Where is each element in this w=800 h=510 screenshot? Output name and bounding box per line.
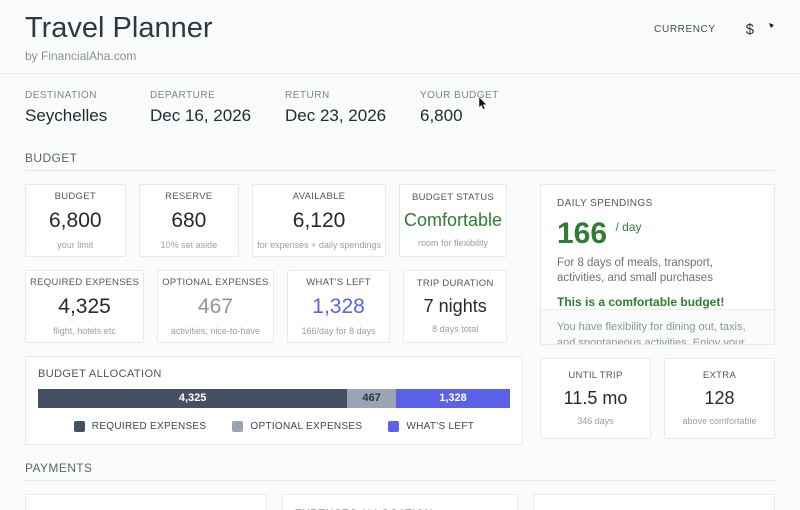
available-card: AVAILABLE 6,120 for expenses + daily spe…	[252, 184, 386, 257]
small-cursor-icon	[768, 17, 775, 35]
reserve-card: RESERVE 680 10% set aside	[139, 184, 240, 257]
stat-value: 6,800	[49, 209, 102, 233]
extra-label: EXTRA	[703, 370, 736, 381]
stat-note: room for flexibility	[418, 238, 488, 248]
stat-label: REQUIRED EXPENSES	[30, 277, 139, 288]
daily-spendings-description: For 8 days of meals, transport, activiti…	[557, 256, 758, 287]
stat-note: activities, nice-to-have	[171, 326, 260, 336]
extra-card: EXTRA 128 above comfortable	[664, 358, 775, 439]
main-content: DESTINATION Seychelles DEPARTURE Dec 16,…	[0, 74, 800, 510]
stat-cards-row-1: BUDGET 6,800 your limit RESERVE 680 10% …	[25, 184, 507, 257]
until-trip-label: UNTIL TRIP	[568, 370, 622, 381]
stat-note: flight, hotels etc	[53, 326, 116, 336]
daily-spendings-label: DAILY SPENDINGS	[557, 198, 758, 209]
budget-status-card: BUDGET STATUS Comfortable room for flexi…	[399, 184, 507, 257]
allocation-bar-segment: 4,325	[38, 389, 347, 408]
until-trip-value: 11.5 mo	[564, 388, 628, 409]
mouse-cursor-icon	[478, 97, 489, 115]
budget-right-column: DAILY SPENDINGS 166 / day For 8 days of …	[540, 184, 775, 445]
paid-card: PAID	[25, 494, 267, 510]
allocation-bar: 4,3254671,328	[38, 389, 510, 408]
stat-value: 6,120	[293, 209, 346, 233]
daily-spendings-value-row: 166 / day	[557, 217, 758, 251]
until-trip-note: 346 days	[577, 416, 614, 426]
stat-value: 1,328	[312, 295, 365, 319]
extra-note: above comfortable	[682, 416, 756, 426]
budget-allocation-title: BUDGET ALLOCATION	[38, 368, 510, 380]
stat-label: AVAILABLE	[293, 191, 346, 202]
stat-note: for expenses + daily spendings	[257, 240, 381, 250]
budget-section-header: BUDGET	[25, 151, 775, 171]
total-expenses-card: TOTAL EXPENSES 4,792	[533, 494, 775, 510]
legend-swatch	[74, 421, 85, 432]
budget-card: BUDGET 6,800 your limit	[25, 184, 126, 257]
budget-left-column: BUDGET 6,800 your limit RESERVE 680 10% …	[25, 184, 523, 445]
return-input[interactable]: Dec 23, 2026	[285, 106, 420, 126]
stat-value: 4,325	[58, 295, 111, 319]
stat-label: OPTIONAL EXPENSES	[162, 277, 269, 288]
stat-note: 10% set aside	[161, 240, 218, 250]
payments-section-header: PAYMENTS	[25, 461, 775, 481]
required-expenses-card: REQUIRED EXPENSES 4,325 flight, hotels e…	[25, 270, 144, 343]
stat-value: 7 nights	[424, 296, 487, 317]
budget-allocation-card: BUDGET ALLOCATION 4,3254671,328 REQUIRED…	[25, 356, 523, 445]
stat-label: BUDGET	[55, 191, 96, 202]
field-return: RETURN Dec 23, 2026	[285, 90, 420, 126]
destination-label: DESTINATION	[25, 90, 150, 101]
top-bar: Travel Planner by FinancialAha.com CURRE…	[0, 0, 800, 74]
allocation-legend-item: WHAT'S LEFT	[388, 421, 474, 432]
stat-note: 8 days total	[432, 324, 478, 334]
trip-inputs-row: DESTINATION Seychelles DEPARTURE Dec 16,…	[25, 74, 775, 126]
allocation-legend: REQUIRED EXPENSES OPTIONAL EXPENSES WHAT'S…	[38, 421, 510, 432]
extra-value: 128	[704, 388, 734, 409]
stat-label: WHAT'S LEFT	[306, 277, 371, 288]
budget-status-value: Comfortable	[404, 210, 502, 231]
stat-note: your limit	[57, 240, 93, 250]
stat-value: 467	[198, 295, 233, 319]
legend-label: OPTIONAL EXPENSES	[250, 421, 362, 432]
daily-spendings-status: This is a comfortable budget!	[557, 295, 758, 309]
until-trip-card: UNTIL TRIP 11.5 mo 346 days	[540, 358, 651, 439]
trip-duration-card: TRIP DURATION 7 nights 8 days total	[403, 270, 507, 343]
stat-label: BUDGET STATUS	[412, 192, 494, 203]
title-block: Travel Planner by FinancialAha.com	[25, 13, 213, 63]
legend-swatch	[232, 421, 243, 432]
budget-grid: BUDGET 6,800 your limit RESERVE 680 10% …	[25, 184, 775, 445]
field-departure: DEPARTURE Dec 16, 2026	[150, 90, 285, 126]
page-subtitle: by FinancialAha.com	[25, 49, 213, 63]
stat-note: 166/day for 8 days	[302, 326, 376, 336]
stat-label: TRIP DURATION	[417, 278, 494, 289]
daily-spendings-top: DAILY SPENDINGS 166 / day For 8 days of …	[541, 185, 774, 309]
allocation-bar-segment: 467	[347, 389, 396, 408]
daily-spendings-unit: / day	[616, 220, 642, 234]
travel-planner-app: Travel Planner by FinancialAha.com CURRE…	[0, 0, 800, 510]
legend-label: WHAT'S LEFT	[406, 421, 474, 432]
field-destination: DESTINATION Seychelles	[25, 90, 150, 126]
allocation-bar-segment: 1,328	[396, 389, 510, 408]
currency-selector: CURRENCY $	[654, 21, 775, 38]
expenses-allocation-card: EXPENSES ALLOCATION Accommodation	[282, 494, 519, 510]
stat-value: 680	[171, 209, 206, 233]
stat-cards-row-2: REQUIRED EXPENSES 4,325 flight, hotels e…	[25, 270, 507, 343]
currency-value[interactable]: $	[746, 21, 754, 38]
allocation-legend-item: REQUIRED EXPENSES	[74, 421, 207, 432]
countdown-cards-row: UNTIL TRIP 11.5 mo 346 days EXTRA 128 ab…	[540, 358, 775, 439]
allocation-legend-item: OPTIONAL EXPENSES	[232, 421, 362, 432]
return-label: RETURN	[285, 90, 420, 101]
daily-spendings-card: DAILY SPENDINGS 166 / day For 8 days of …	[540, 184, 775, 345]
legend-swatch	[388, 421, 399, 432]
payments-row: PAID EXPENSES ALLOCATION Accommodation T…	[25, 494, 775, 510]
destination-input[interactable]: Seychelles	[25, 106, 150, 126]
departure-input[interactable]: Dec 16, 2026	[150, 106, 285, 126]
departure-label: DEPARTURE	[150, 90, 285, 101]
daily-spendings-tip: You have flexibility for dining out, tax…	[541, 309, 774, 345]
legend-label: REQUIRED EXPENSES	[92, 421, 207, 432]
daily-spendings-value: 166	[557, 217, 607, 250]
currency-label: CURRENCY	[654, 24, 715, 35]
optional-expenses-card: OPTIONAL EXPENSES 467 activities, nice-t…	[157, 270, 274, 343]
page-title: Travel Planner	[25, 13, 213, 45]
whats-left-card: WHAT'S LEFT 1,328 166/day for 8 days	[287, 270, 391, 343]
stat-label: RESERVE	[165, 191, 212, 202]
